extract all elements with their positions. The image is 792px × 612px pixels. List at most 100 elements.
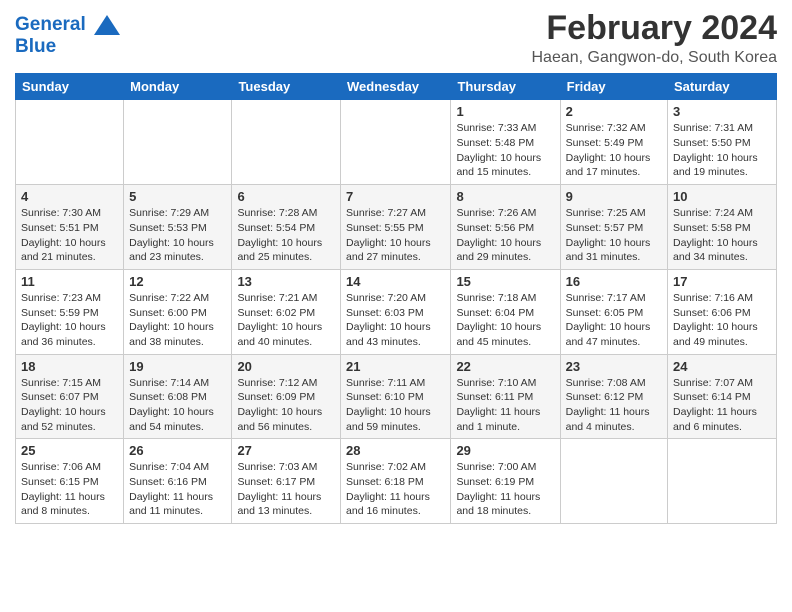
calendar-cell: 26 Sunrise: 7:04 AM Sunset: 6:16 PM Dayli… <box>124 439 232 524</box>
day-info: Sunrise: 7:20 AM Sunset: 6:03 PM Dayligh… <box>346 291 445 350</box>
calendar-cell: 22 Sunrise: 7:10 AM Sunset: 6:11 PM Dayli… <box>451 354 560 439</box>
calendar-cell: 8 Sunrise: 7:26 AM Sunset: 5:56 PM Daylig… <box>451 185 560 270</box>
day-info: Sunrise: 7:15 AM Sunset: 6:07 PM Dayligh… <box>21 376 118 435</box>
day-info: Sunrise: 7:08 AM Sunset: 6:12 PM Dayligh… <box>566 376 662 435</box>
day-info: Sunrise: 7:16 AM Sunset: 6:06 PM Dayligh… <box>673 291 771 350</box>
calendar-cell: 18 Sunrise: 7:15 AM Sunset: 6:07 PM Dayli… <box>16 354 124 439</box>
calendar-cell: 25 Sunrise: 7:06 AM Sunset: 6:15 PM Dayli… <box>16 439 124 524</box>
weekday-header-friday: Friday <box>560 74 667 100</box>
calendar-cell: 1Sunrise: 7:33 AM Sunset: 5:48 PM Daylig… <box>451 100 560 185</box>
day-number: 26 <box>129 443 226 458</box>
weekday-header-monday: Monday <box>124 74 232 100</box>
calendar-cell: 27 Sunrise: 7:03 AM Sunset: 6:17 PM Dayli… <box>232 439 341 524</box>
day-number: 24 <box>673 359 771 374</box>
logo: General Blue <box>15 14 120 58</box>
day-number: 21 <box>346 359 445 374</box>
calendar-cell: 28 Sunrise: 7:02 AM Sunset: 6:18 PM Dayli… <box>341 439 451 524</box>
calendar-cell: 11 Sunrise: 7:23 AM Sunset: 5:59 PM Dayli… <box>16 269 124 354</box>
calendar-cell: 7 Sunrise: 7:27 AM Sunset: 5:55 PM Daylig… <box>341 185 451 270</box>
week-row-3: 11 Sunrise: 7:23 AM Sunset: 5:59 PM Dayli… <box>16 269 777 354</box>
location-title: Haean, Gangwon-do, South Korea <box>532 49 778 67</box>
day-number: 3 <box>673 104 771 119</box>
day-info: Sunrise: 7:25 AM Sunset: 5:57 PM Dayligh… <box>566 206 662 265</box>
day-info: Sunrise: 7:11 AM Sunset: 6:10 PM Dayligh… <box>346 376 445 435</box>
weekday-header-thursday: Thursday <box>451 74 560 100</box>
day-info: Sunrise: 7:22 AM Sunset: 6:00 PM Dayligh… <box>129 291 226 350</box>
calendar-cell: 14 Sunrise: 7:20 AM Sunset: 6:03 PM Dayli… <box>341 269 451 354</box>
calendar-cell: 19Sunrise: 7:14 AM Sunset: 6:08 PM Dayli… <box>124 354 232 439</box>
day-number: 28 <box>346 443 445 458</box>
week-row-1: 1Sunrise: 7:33 AM Sunset: 5:48 PM Daylig… <box>16 100 777 185</box>
day-number: 1 <box>456 104 554 119</box>
month-title: February 2024 <box>532 10 778 47</box>
calendar-cell: 2 Sunrise: 7:32 AM Sunset: 5:49 PM Daylig… <box>560 100 667 185</box>
weekday-header-row: SundayMondayTuesdayWednesdayThursdayFrid… <box>16 74 777 100</box>
calendar-cell: 9 Sunrise: 7:25 AM Sunset: 5:57 PM Daylig… <box>560 185 667 270</box>
day-number: 15 <box>456 274 554 289</box>
week-row-2: 4Sunrise: 7:30 AM Sunset: 5:51 PM Daylig… <box>16 185 777 270</box>
header: General Blue February 2024 Haean, Gangwo… <box>15 10 777 67</box>
weekday-header-wednesday: Wednesday <box>341 74 451 100</box>
day-number: 18 <box>21 359 118 374</box>
day-info: Sunrise: 7:14 AM Sunset: 6:08 PM Dayligh… <box>129 376 226 435</box>
day-number: 11 <box>21 274 118 289</box>
day-number: 20 <box>237 359 335 374</box>
day-info: Sunrise: 7:30 AM Sunset: 5:51 PM Dayligh… <box>21 206 118 265</box>
day-info: Sunrise: 7:26 AM Sunset: 5:56 PM Dayligh… <box>456 206 554 265</box>
day-number: 27 <box>237 443 335 458</box>
day-info: Sunrise: 7:10 AM Sunset: 6:11 PM Dayligh… <box>456 376 554 435</box>
logo-icon <box>94 15 120 35</box>
calendar-cell: 13 Sunrise: 7:21 AM Sunset: 6:02 PM Dayli… <box>232 269 341 354</box>
calendar-cell <box>124 100 232 185</box>
day-number: 25 <box>21 443 118 458</box>
day-info: Sunrise: 7:12 AM Sunset: 6:09 PM Dayligh… <box>237 376 335 435</box>
week-row-4: 18 Sunrise: 7:15 AM Sunset: 6:07 PM Dayli… <box>16 354 777 439</box>
day-number: 14 <box>346 274 445 289</box>
calendar-table: SundayMondayTuesdayWednesdayThursdayFrid… <box>15 73 777 524</box>
day-info: Sunrise: 7:23 AM Sunset: 5:59 PM Dayligh… <box>21 291 118 350</box>
day-number: 8 <box>456 189 554 204</box>
calendar-cell: 10Sunrise: 7:24 AM Sunset: 5:58 PM Dayli… <box>668 185 777 270</box>
day-info: Sunrise: 7:00 AM Sunset: 6:19 PM Dayligh… <box>456 460 554 519</box>
calendar-cell: 21 Sunrise: 7:11 AM Sunset: 6:10 PM Dayli… <box>341 354 451 439</box>
day-info: Sunrise: 7:17 AM Sunset: 6:05 PM Dayligh… <box>566 291 662 350</box>
calendar-cell <box>16 100 124 185</box>
day-info: Sunrise: 7:03 AM Sunset: 6:17 PM Dayligh… <box>237 460 335 519</box>
day-number: 12 <box>129 274 226 289</box>
day-info: Sunrise: 7:04 AM Sunset: 6:16 PM Dayligh… <box>129 460 226 519</box>
calendar-cell: 17 Sunrise: 7:16 AM Sunset: 6:06 PM Dayli… <box>668 269 777 354</box>
day-info: Sunrise: 7:29 AM Sunset: 5:53 PM Dayligh… <box>129 206 226 265</box>
calendar-cell: 3Sunrise: 7:31 AM Sunset: 5:50 PM Daylig… <box>668 100 777 185</box>
day-info: Sunrise: 7:06 AM Sunset: 6:15 PM Dayligh… <box>21 460 118 519</box>
day-number: 6 <box>237 189 335 204</box>
calendar-cell <box>341 100 451 185</box>
day-info: Sunrise: 7:28 AM Sunset: 5:54 PM Dayligh… <box>237 206 335 265</box>
weekday-header-saturday: Saturday <box>668 74 777 100</box>
title-block: February 2024 Haean, Gangwon-do, South K… <box>532 10 778 67</box>
calendar-cell: 12 Sunrise: 7:22 AM Sunset: 6:00 PM Dayli… <box>124 269 232 354</box>
logo-general: General <box>15 14 86 35</box>
day-number: 16 <box>566 274 662 289</box>
calendar-cell: 16 Sunrise: 7:17 AM Sunset: 6:05 PM Dayli… <box>560 269 667 354</box>
day-number: 9 <box>566 189 662 204</box>
calendar-cell: 15 Sunrise: 7:18 AM Sunset: 6:04 PM Dayli… <box>451 269 560 354</box>
day-number: 13 <box>237 274 335 289</box>
day-info: Sunrise: 7:32 AM Sunset: 5:49 PM Dayligh… <box>566 121 662 180</box>
day-info: Sunrise: 7:18 AM Sunset: 6:04 PM Dayligh… <box>456 291 554 350</box>
week-row-5: 25 Sunrise: 7:06 AM Sunset: 6:15 PM Dayli… <box>16 439 777 524</box>
day-number: 2 <box>566 104 662 119</box>
day-info: Sunrise: 7:24 AM Sunset: 5:58 PM Dayligh… <box>673 206 771 265</box>
calendar-cell <box>232 100 341 185</box>
calendar-cell: 6 Sunrise: 7:28 AM Sunset: 5:54 PM Daylig… <box>232 185 341 270</box>
day-info: Sunrise: 7:21 AM Sunset: 6:02 PM Dayligh… <box>237 291 335 350</box>
day-number: 17 <box>673 274 771 289</box>
day-number: 22 <box>456 359 554 374</box>
day-info: Sunrise: 7:02 AM Sunset: 6:18 PM Dayligh… <box>346 460 445 519</box>
day-number: 23 <box>566 359 662 374</box>
weekday-header-sunday: Sunday <box>16 74 124 100</box>
day-number: 7 <box>346 189 445 204</box>
calendar-cell: 24Sunrise: 7:07 AM Sunset: 6:14 PM Dayli… <box>668 354 777 439</box>
calendar-cell: 5Sunrise: 7:29 AM Sunset: 5:53 PM Daylig… <box>124 185 232 270</box>
weekday-header-tuesday: Tuesday <box>232 74 341 100</box>
day-info: Sunrise: 7:27 AM Sunset: 5:55 PM Dayligh… <box>346 206 445 265</box>
